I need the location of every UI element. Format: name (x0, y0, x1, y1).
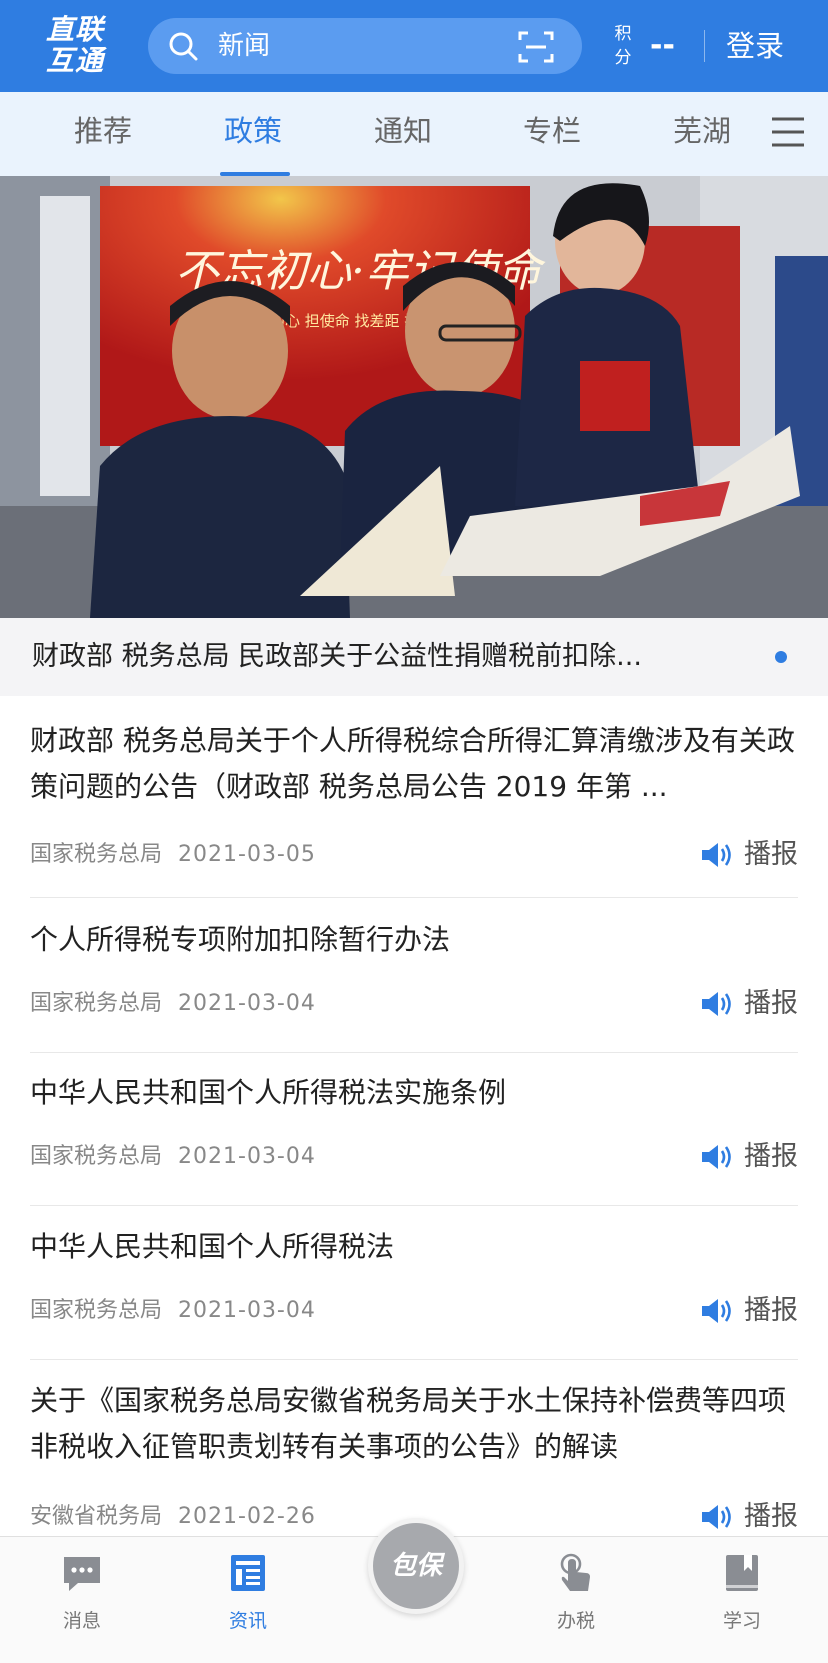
article-meta: 国家税务总局 2021-03-05 (30, 840, 316, 870)
article-source: 安徽省税务局 (30, 1504, 163, 1529)
carousel-indicator-dot (775, 651, 787, 663)
article-title: 财政部 税务总局关于个人所得税综合所得汇算清缴涉及有关政策问题的公告（财政部 税… (30, 724, 795, 803)
menu-icon[interactable] (770, 115, 806, 149)
speaker-icon (702, 1505, 731, 1529)
article-date: 2021-03-05 (178, 842, 316, 867)
article-date: 2021-02-26 (178, 1504, 316, 1529)
broadcast-label: 播报 (744, 1295, 798, 1326)
broadcast-button[interactable]: 播报 (700, 987, 798, 1021)
banner-caption-text: 财政部 税务总局 民政部关于公益性捐赠税前扣除... (32, 641, 642, 672)
broadcast-button[interactable]: 播报 (700, 1294, 798, 1328)
broadcast-label: 播报 (744, 839, 798, 870)
banner-photo: 不忘初心·牢记使命 守初心 担使命 找差距 抓落实 (0, 176, 828, 618)
speaker-icon (702, 992, 731, 1016)
article-date: 2021-03-04 (178, 1298, 316, 1323)
broadcast-button[interactable]: 播报 (700, 838, 798, 872)
top-header: 直联 互通 新闻 积 分 -- 登录 (0, 0, 828, 92)
article-meta: 安徽省税务局 2021-02-26 (30, 1502, 316, 1532)
broadcast-button[interactable]: 播报 (700, 1500, 798, 1534)
tab-column[interactable]: 专栏 (523, 112, 581, 150)
points-label-2: 分 (614, 48, 632, 68)
tab-recommend[interactable]: 推荐 (74, 112, 132, 150)
tab-policy[interactable]: 政策 (224, 112, 282, 150)
points-value[interactable]: -- (650, 28, 675, 64)
guarantee-button-label: 包保 (389, 1551, 442, 1581)
category-tabs: 推荐 政策 通知 专栏 芜湖 (0, 92, 828, 176)
speaker-icon (702, 1145, 731, 1169)
app-root: 直联 互通 新闻 积 分 -- 登录 推荐 政策 通知 专栏 芜湖 不忘初心·牢… (0, 0, 828, 1663)
nav-label: 消息 (62, 1610, 101, 1632)
nav-study[interactable]: 学习 (692, 1551, 792, 1633)
points-label-1: 积 (614, 24, 632, 44)
broadcast-label: 播报 (744, 1501, 798, 1532)
news-icon (231, 1555, 265, 1591)
app-logo[interactable]: 直联 互通 (46, 14, 122, 76)
logo-line-1: 直联 (46, 13, 105, 46)
article-source: 国家税务总局 (30, 842, 163, 867)
nav-label: 办税 (556, 1610, 595, 1632)
article-title: 关于《国家税务总局安徽省税务局关于水土保持补偿费等四项非税收入征管职责划转有关事… (30, 1384, 787, 1463)
search-bar[interactable]: 新闻 (148, 18, 582, 74)
nav-label: 资讯 (228, 1610, 267, 1632)
nav-messages[interactable]: 消息 (32, 1551, 132, 1633)
book-icon (726, 1555, 758, 1591)
guarantee-button[interactable]: 包保 (368, 1518, 464, 1614)
login-button[interactable]: 登录 (726, 28, 784, 64)
scan-icon[interactable] (518, 30, 554, 64)
list-item[interactable]: 中华人民共和国个人所得税法 国家税务总局 2021-03-04 播报 (30, 1224, 798, 1360)
nav-tax-service[interactable]: 办税 (526, 1551, 626, 1633)
article-meta: 国家税务总局 2021-03-04 (30, 1296, 316, 1326)
list-item[interactable]: 个人所得税专项附加扣除暂行办法 国家税务总局 2021-03-04 播报 (30, 917, 798, 1053)
nav-news[interactable]: 资讯 (198, 1551, 298, 1633)
nav-label: 学习 (722, 1610, 761, 1632)
article-date: 2021-03-04 (178, 1144, 316, 1169)
broadcast-label: 播报 (744, 988, 798, 1019)
list-item[interactable]: 中华人民共和国个人所得税法实施条例 国家税务总局 2021-03-04 播报 (30, 1070, 798, 1206)
points-label: 积 分 (612, 22, 634, 70)
list-item[interactable]: 财政部 税务总局关于个人所得税综合所得汇算清缴涉及有关政策问题的公告（财政部 税… (30, 718, 798, 898)
search-input[interactable]: 新闻 (218, 31, 270, 61)
article-date: 2021-03-04 (178, 991, 316, 1016)
logo-line-2: 互通 (46, 44, 105, 77)
article-title: 个人所得税专项附加扣除暂行办法 (30, 923, 451, 956)
speaker-icon (702, 1299, 731, 1323)
list-item[interactable]: 关于《国家税务总局安徽省税务局关于水土保持补偿费等四项非税收入征管职责划转有关事… (30, 1378, 798, 1536)
tap-hand-icon (560, 1553, 590, 1591)
article-meta: 国家税务总局 2021-03-04 (30, 1142, 316, 1172)
tab-notice[interactable]: 通知 (374, 112, 432, 150)
broadcast-label: 播报 (744, 1141, 798, 1172)
tab-wuhu[interactable]: 芜湖 (673, 112, 731, 150)
article-title: 中华人民共和国个人所得税法实施条例 (30, 1076, 507, 1109)
banner-caption[interactable]: 财政部 税务总局 民政部关于公益性捐赠税前扣除... (0, 618, 828, 696)
article-source: 国家税务总局 (30, 991, 163, 1016)
article-meta: 国家税务总局 2021-03-04 (30, 989, 316, 1019)
broadcast-button[interactable]: 播报 (700, 1140, 798, 1174)
chat-bubble-icon (64, 1557, 100, 1591)
banner-image[interactable]: 不忘初心·牢记使命 守初心 担使命 找差距 抓落实 (0, 176, 828, 618)
article-title: 中华人民共和国个人所得税法 (30, 1230, 395, 1263)
search-icon (169, 32, 198, 61)
article-source: 国家税务总局 (30, 1144, 163, 1169)
header-divider (704, 30, 705, 62)
speaker-icon (702, 843, 731, 867)
article-source: 国家税务总局 (30, 1298, 163, 1323)
